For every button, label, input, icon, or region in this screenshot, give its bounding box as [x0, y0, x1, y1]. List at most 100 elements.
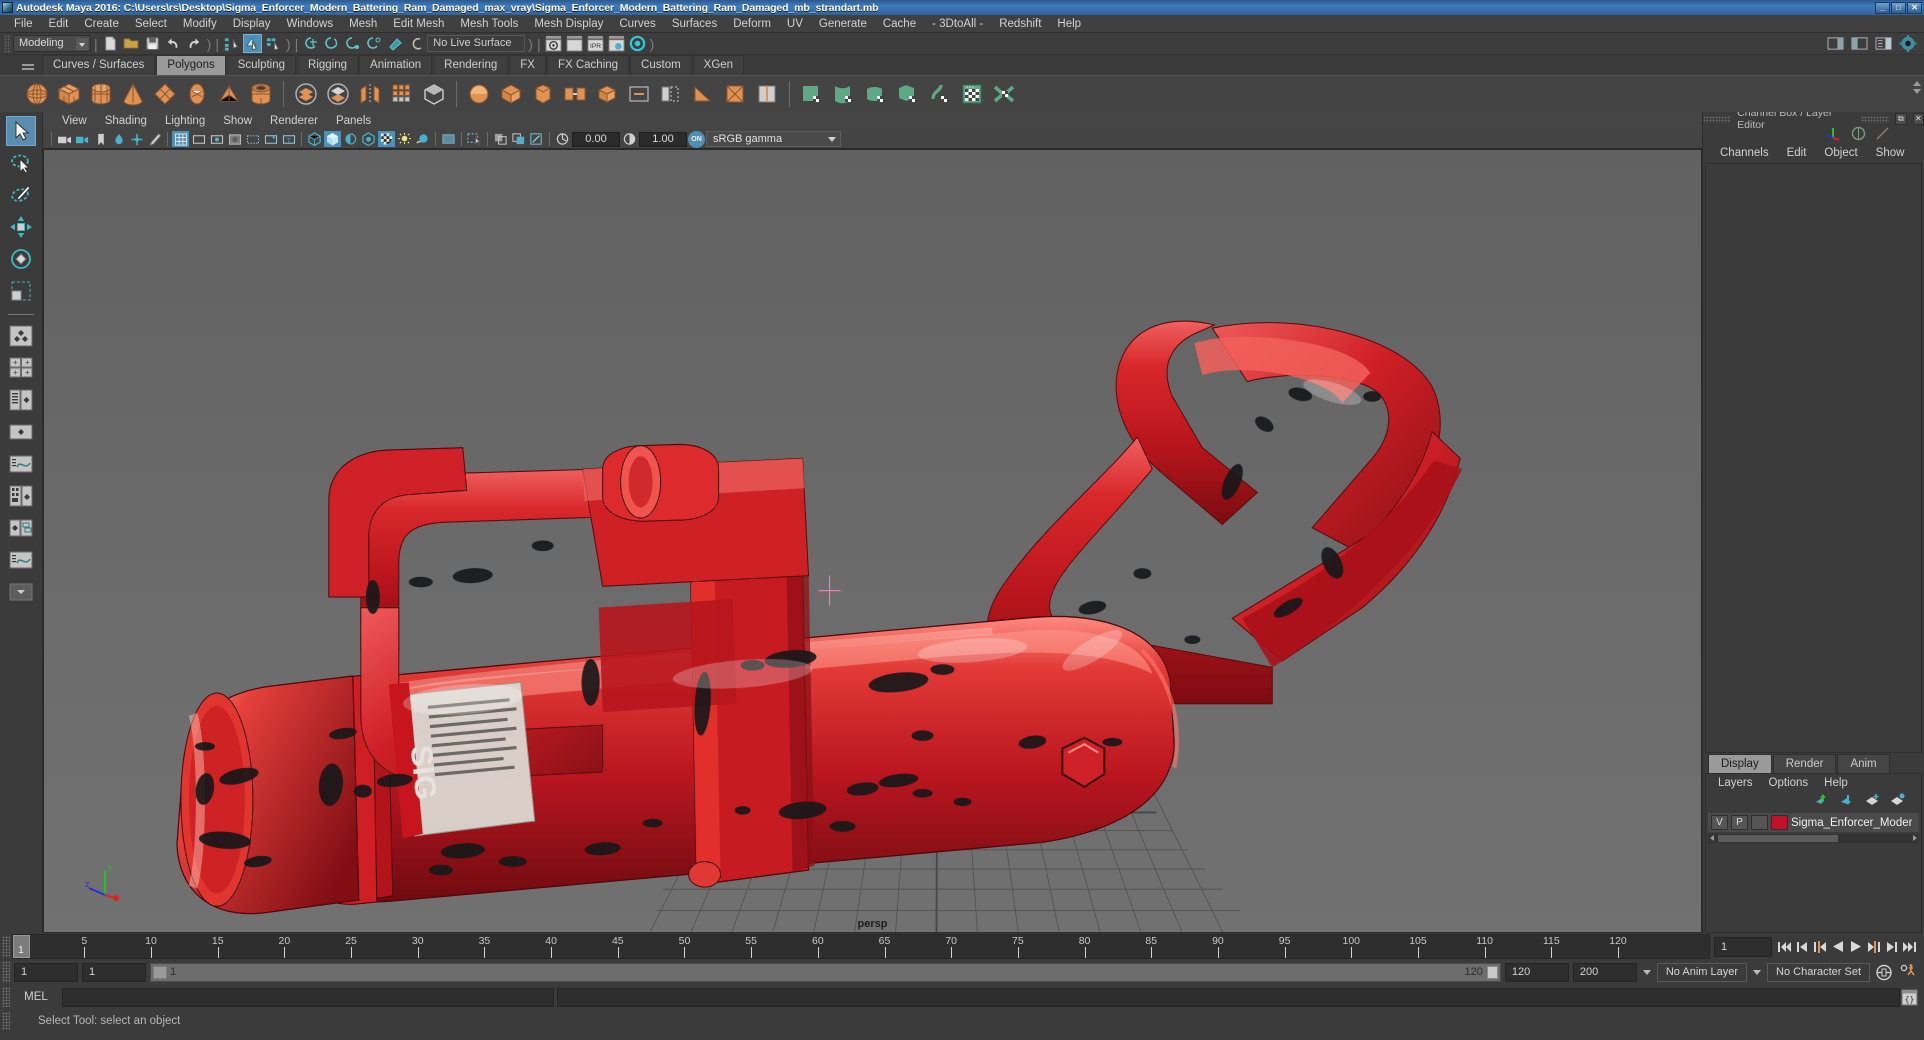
shelf-tab-xgen[interactable]: XGen: [692, 55, 745, 75]
time-slider-grip[interactable]: [2, 935, 10, 958]
shelf-tab-animation[interactable]: Animation: [359, 55, 433, 75]
poly-cone-icon[interactable]: [118, 79, 148, 109]
shelf-tab-polygons[interactable]: Polygons: [156, 55, 226, 75]
shelf-tab-custom[interactable]: Custom: [630, 55, 692, 75]
uv-unfold-icon[interactable]: [989, 79, 1019, 109]
command-language-label[interactable]: MEL: [13, 991, 59, 1003]
show-hide-channel-box-icon[interactable]: [1874, 34, 1893, 53]
menu-item-3dtoall[interactable]: - 3DtoAll -: [924, 15, 991, 33]
auto-keyframe-toggle[interactable]: [1874, 963, 1894, 981]
poke-face-icon[interactable]: [720, 79, 750, 109]
panel-close-button[interactable]: ✕: [1912, 113, 1924, 125]
shaded-wireframe-icon[interactable]: [342, 131, 359, 147]
smooth-shade-all-icon[interactable]: [324, 131, 341, 147]
uv-cylindrical-mapping-icon[interactable]: [829, 79, 859, 109]
layout-persp-only-button[interactable]: [6, 417, 36, 447]
animation-end-field[interactable]: 200: [1572, 962, 1637, 982]
uv-planar-mapping-icon[interactable]: [797, 79, 827, 109]
poly-grid-icon[interactable]: [387, 79, 417, 109]
range-slider-grip[interactable]: [2, 961, 10, 983]
shelf-tab-fx[interactable]: FX: [509, 55, 546, 75]
range-bar[interactable]: 1 120: [150, 962, 1501, 982]
menu-item-help[interactable]: Help: [1049, 15, 1089, 33]
render-current-frame-icon[interactable]: [544, 34, 563, 53]
xray-joints-icon[interactable]: [510, 131, 527, 147]
extract-icon[interactable]: [355, 79, 385, 109]
viewport-menu-renderer[interactable]: Renderer: [261, 112, 327, 130]
menu-item-display[interactable]: Display: [225, 15, 279, 33]
xray-icon[interactable]: [492, 131, 509, 147]
shelf-menu-handle-icon[interactable]: [22, 62, 34, 72]
new-layer-icon[interactable]: [1865, 793, 1880, 809]
menu-item-mesh-display[interactable]: Mesh Display: [526, 15, 611, 33]
new-scene-icon[interactable]: [101, 34, 120, 53]
open-scene-icon[interactable]: [122, 34, 141, 53]
layout-more-button[interactable]: [6, 577, 36, 607]
snap-to-view-plane-icon[interactable]: [385, 34, 404, 53]
play-forwards-button[interactable]: [1848, 938, 1864, 956]
image-plane-icon[interactable]: [110, 131, 127, 147]
statusbar-grip[interactable]: [4, 34, 11, 53]
gamma-field[interactable]: 1.00: [639, 131, 687, 147]
menu-item-cache[interactable]: Cache: [875, 15, 924, 33]
channelbox-menu-edit[interactable]: Edit: [1778, 147, 1816, 159]
poly-plane-icon[interactable]: [150, 79, 180, 109]
lasso-tool-button[interactable]: [6, 148, 36, 178]
layer-list-item[interactable]: V P Sigma_Enforcer_Moder: [1708, 813, 1919, 832]
motion-blur-icon[interactable]: [440, 131, 457, 147]
menu-item-edit-mesh[interactable]: Edit Mesh: [385, 15, 452, 33]
channelbox-menu-object[interactable]: Object: [1815, 147, 1866, 159]
exposure-field[interactable]: 0.00: [572, 131, 620, 147]
menu-item-edit[interactable]: Edit: [41, 15, 77, 33]
wedge-icon[interactable]: [688, 79, 718, 109]
select-by-object-icon[interactable]: [242, 34, 262, 53]
color-management-toggle[interactable]: ON: [688, 130, 705, 148]
step-back-button[interactable]: [1794, 938, 1810, 956]
move-layer-up-icon[interactable]: [1815, 793, 1830, 809]
exposure-icon[interactable]: [554, 131, 571, 147]
paint-select-tool-button[interactable]: [6, 180, 36, 210]
uv-editor-icon[interactable]: [957, 79, 987, 109]
separate-icon[interactable]: [323, 79, 353, 109]
menu-item-mesh[interactable]: Mesh: [341, 15, 385, 33]
undo-icon[interactable]: [164, 34, 183, 53]
snap-to-point-icon[interactable]: [343, 34, 362, 53]
animation-start-field[interactable]: 1: [14, 962, 78, 982]
viewport-menu-lighting[interactable]: Lighting: [156, 112, 214, 130]
poly-boolean-icon[interactable]: [419, 79, 449, 109]
character-set-dropdown-arrow[interactable]: [1751, 963, 1763, 982]
isolate-select-icon[interactable]: [466, 131, 483, 147]
panel-undock-button[interactable]: ⧉: [1895, 113, 1907, 125]
shadows-icon[interactable]: [396, 131, 413, 147]
help-line-grip[interactable]: [2, 1012, 10, 1030]
resolution-gate-icon[interactable]: [208, 131, 225, 147]
bridge-icon[interactable]: [560, 79, 590, 109]
field-chart-icon[interactable]: [244, 131, 261, 147]
shelf-tab-curves-surfaces[interactable]: Curves / Surfaces: [42, 55, 156, 75]
redo-icon[interactable]: [185, 34, 204, 53]
toggle-render-view-icon[interactable]: [628, 34, 647, 53]
layer-tab-anim[interactable]: Anim: [1837, 754, 1890, 773]
merge-icon[interactable]: [624, 79, 654, 109]
layer-horizontal-scrollbar[interactable]: [1708, 834, 1919, 843]
safe-title-icon[interactable]: T: [280, 131, 297, 147]
new-layer-from-selected-icon[interactable]: [1890, 793, 1905, 809]
color-space-selector[interactable]: sRGB gamma: [706, 131, 841, 147]
bevel-icon[interactable]: [528, 79, 558, 109]
snap-to-grid-icon[interactable]: [301, 34, 320, 53]
uv-transfer-attributes-icon[interactable]: [925, 79, 955, 109]
screen-space-ao-icon[interactable]: [414, 131, 431, 147]
select-by-component-icon[interactable]: [264, 34, 283, 53]
shelf-tab-rendering[interactable]: Rendering: [433, 55, 509, 75]
step-forward-button[interactable]: [1884, 938, 1900, 956]
menu-item-surfaces[interactable]: Surfaces: [664, 15, 725, 33]
previous-key-button[interactable]: [1812, 938, 1828, 956]
graph-curve-icon[interactable]: [1875, 126, 1890, 144]
safe-action-icon[interactable]: [262, 131, 279, 147]
show-hide-attribute-editor-icon[interactable]: [1826, 34, 1845, 53]
viewport-menu-panels[interactable]: Panels: [327, 112, 380, 130]
gamma-icon[interactable]: [621, 131, 638, 147]
viewport-menu-show[interactable]: Show: [214, 112, 261, 130]
layer-playback-toggle[interactable]: P: [1731, 815, 1748, 830]
ipr-render-icon[interactable]: IPR: [586, 34, 605, 53]
